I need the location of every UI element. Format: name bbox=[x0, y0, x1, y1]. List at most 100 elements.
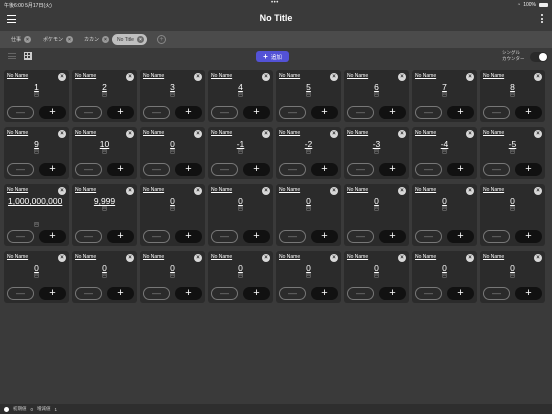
decrement-button[interactable]: — bbox=[143, 163, 170, 176]
counter-name[interactable]: No Name bbox=[143, 130, 164, 136]
counter-value[interactable]: 0 bbox=[76, 263, 133, 273]
close-icon[interactable]: × bbox=[330, 73, 338, 81]
close-icon[interactable]: × bbox=[466, 130, 474, 138]
counter-name[interactable]: No Name bbox=[415, 187, 436, 193]
initial-value[interactable]: 0 bbox=[31, 407, 34, 412]
counter-name[interactable]: No Name bbox=[7, 187, 28, 193]
add-counter-button[interactable]: + 追加 bbox=[256, 51, 289, 62]
increment-button[interactable]: + bbox=[447, 106, 474, 119]
counter-value[interactable]: 9,999 bbox=[76, 196, 133, 206]
decrement-button[interactable]: — bbox=[483, 230, 510, 243]
decrement-button[interactable]: — bbox=[75, 230, 102, 243]
counter-name[interactable]: No Name bbox=[7, 254, 28, 260]
decrement-button[interactable]: — bbox=[211, 230, 238, 243]
decrement-button[interactable]: — bbox=[415, 230, 442, 243]
increment-button[interactable]: + bbox=[515, 106, 542, 119]
decrement-button[interactable]: — bbox=[211, 163, 238, 176]
counter-name[interactable]: No Name bbox=[75, 254, 96, 260]
counter-value[interactable]: 5 bbox=[280, 82, 337, 92]
counter-name[interactable]: No Name bbox=[143, 73, 164, 79]
increment-button[interactable]: + bbox=[447, 287, 474, 300]
close-icon[interactable]: × bbox=[58, 130, 66, 138]
counter-value[interactable]: 0 bbox=[8, 263, 65, 273]
counter-name[interactable]: No Name bbox=[279, 73, 300, 79]
close-icon[interactable]: × bbox=[398, 130, 406, 138]
increment-button[interactable]: + bbox=[243, 230, 270, 243]
increment-button[interactable]: + bbox=[107, 230, 134, 243]
close-icon[interactable]: × bbox=[398, 187, 406, 195]
close-icon[interactable]: × bbox=[330, 187, 338, 195]
close-icon[interactable]: × bbox=[466, 254, 474, 262]
increment-button[interactable]: + bbox=[243, 287, 270, 300]
counter-value[interactable]: -4 bbox=[416, 139, 473, 149]
increment-button[interactable]: + bbox=[379, 163, 406, 176]
close-icon[interactable]: × bbox=[194, 130, 202, 138]
counter-name[interactable]: No Name bbox=[143, 187, 164, 193]
close-icon[interactable]: × bbox=[330, 254, 338, 262]
counter-value[interactable]: 0 bbox=[416, 196, 473, 206]
counter-value[interactable]: -3 bbox=[348, 139, 405, 149]
close-icon[interactable]: × bbox=[58, 254, 66, 262]
counter-name[interactable]: No Name bbox=[415, 254, 436, 260]
counter-name[interactable]: No Name bbox=[483, 73, 504, 79]
decrement-button[interactable]: — bbox=[211, 287, 238, 300]
increment-button[interactable]: + bbox=[175, 106, 202, 119]
decrement-button[interactable]: — bbox=[75, 106, 102, 119]
counter-value[interactable]: 0 bbox=[416, 263, 473, 273]
multitask-dots[interactable]: ••• bbox=[271, 0, 279, 6]
grid-view-icon[interactable] bbox=[24, 52, 32, 60]
counter-name[interactable]: No Name bbox=[143, 254, 164, 260]
decrement-button[interactable]: — bbox=[347, 106, 374, 119]
decrement-button[interactable]: — bbox=[211, 106, 238, 119]
close-icon[interactable]: × bbox=[466, 187, 474, 195]
close-icon[interactable]: × bbox=[194, 73, 202, 81]
counter-value[interactable]: 8 bbox=[484, 82, 541, 92]
close-icon[interactable]: × bbox=[58, 187, 66, 195]
increment-button[interactable]: + bbox=[515, 287, 542, 300]
counter-name[interactable]: No Name bbox=[483, 130, 504, 136]
counter-name[interactable]: No Name bbox=[7, 130, 28, 136]
tab-kakan[interactable]: カカン × bbox=[79, 34, 112, 45]
decrement-button[interactable]: — bbox=[143, 106, 170, 119]
counter-value[interactable]: 0 bbox=[348, 196, 405, 206]
increment-button[interactable]: + bbox=[39, 230, 66, 243]
increment-button[interactable]: + bbox=[107, 106, 134, 119]
decrement-button[interactable]: — bbox=[279, 230, 306, 243]
counter-name[interactable]: No Name bbox=[347, 254, 368, 260]
counter-value[interactable]: 9 bbox=[8, 139, 65, 149]
increment-button[interactable]: + bbox=[39, 106, 66, 119]
counter-value[interactable]: 6 bbox=[348, 82, 405, 92]
increment-button[interactable]: + bbox=[175, 230, 202, 243]
decrement-button[interactable]: — bbox=[415, 163, 442, 176]
counter-name[interactable]: No Name bbox=[75, 73, 96, 79]
decrement-button[interactable]: — bbox=[279, 287, 306, 300]
increment-button[interactable]: + bbox=[515, 230, 542, 243]
decrement-button[interactable]: — bbox=[143, 287, 170, 300]
single-counter-toggle[interactable] bbox=[530, 52, 548, 62]
increment-button[interactable]: + bbox=[515, 163, 542, 176]
close-icon[interactable]: × bbox=[126, 130, 134, 138]
close-icon[interactable]: × bbox=[466, 73, 474, 81]
increment-button[interactable]: + bbox=[311, 287, 338, 300]
close-icon[interactable]: × bbox=[398, 254, 406, 262]
counter-name[interactable]: No Name bbox=[211, 254, 232, 260]
counter-value[interactable]: 0 bbox=[212, 196, 269, 206]
close-icon[interactable]: × bbox=[126, 187, 134, 195]
close-icon[interactable]: × bbox=[330, 130, 338, 138]
counter-value[interactable]: -5 bbox=[484, 139, 541, 149]
close-icon[interactable]: × bbox=[534, 73, 542, 81]
counter-name[interactable]: No Name bbox=[279, 187, 300, 193]
counter-value[interactable]: 0 bbox=[144, 263, 201, 273]
counter-value[interactable]: 1,000,000,000 bbox=[8, 196, 65, 206]
increment-button[interactable]: + bbox=[379, 106, 406, 119]
tab-close-icon[interactable]: × bbox=[24, 36, 32, 43]
increment-button[interactable]: + bbox=[311, 230, 338, 243]
increment-button[interactable]: + bbox=[243, 106, 270, 119]
increment-button[interactable]: + bbox=[379, 230, 406, 243]
counter-value[interactable]: 4 bbox=[212, 82, 269, 92]
increment-button[interactable]: + bbox=[447, 163, 474, 176]
counter-value[interactable]: 7 bbox=[416, 82, 473, 92]
close-icon[interactable]: × bbox=[126, 73, 134, 81]
counter-value[interactable]: 0 bbox=[144, 139, 201, 149]
decrement-button[interactable]: — bbox=[7, 163, 34, 176]
